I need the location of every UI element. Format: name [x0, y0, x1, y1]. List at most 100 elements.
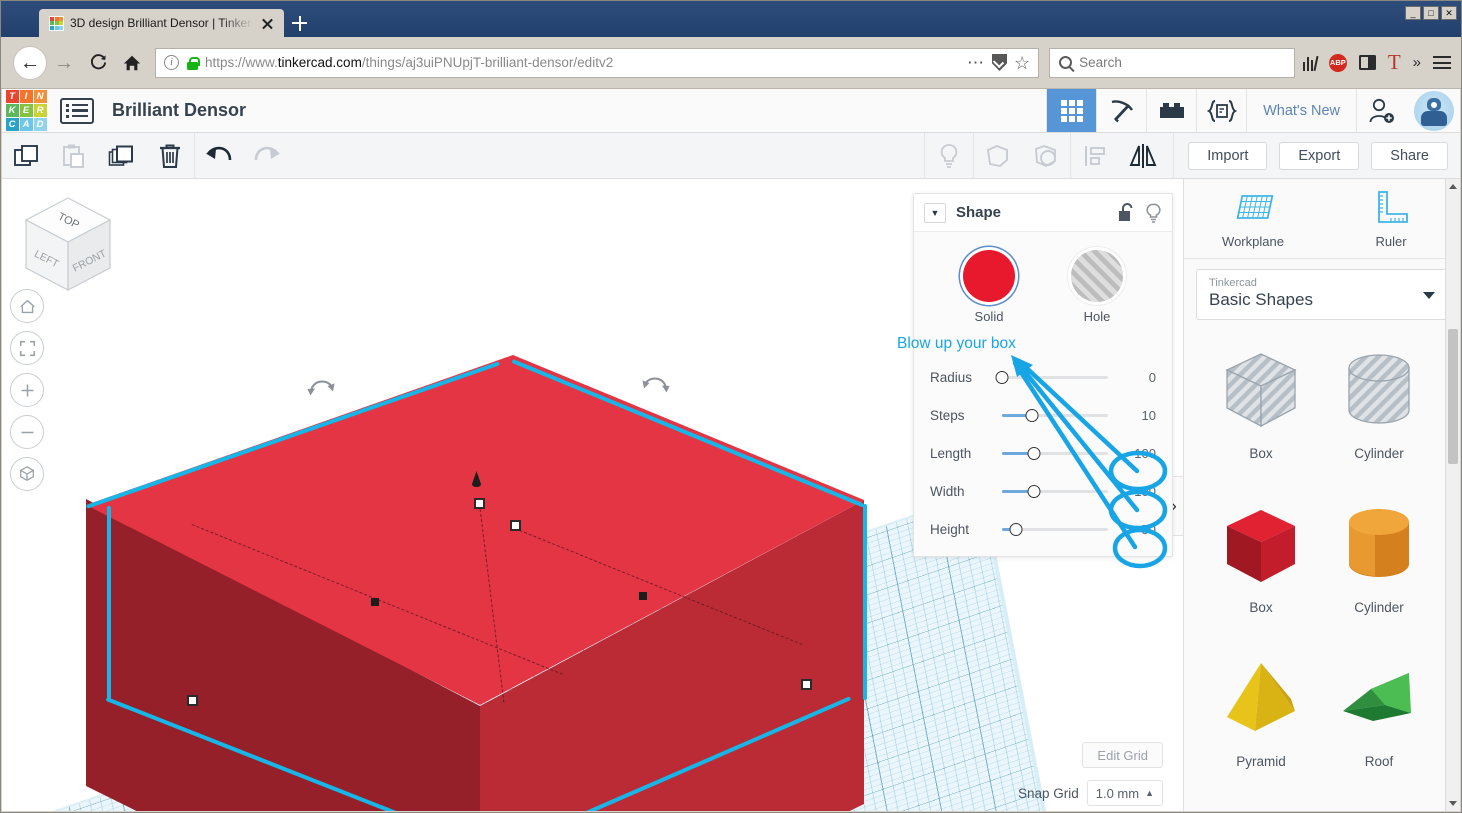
workplane-tool[interactable]: Workplane [1184, 179, 1322, 258]
tab-close-icon[interactable] [259, 15, 276, 32]
back-button[interactable]: ← [13, 45, 47, 80]
maximize-button[interactable]: □ [1423, 6, 1439, 20]
width-slider[interactable] [1002, 484, 1108, 498]
projection-toggle-button[interactable] [10, 457, 44, 491]
corner-handle[interactable] [474, 498, 485, 509]
view-cube[interactable]: TOP LEFT FRONT [20, 194, 116, 296]
steps-slider[interactable] [1002, 408, 1108, 422]
sidebar-scrollbar[interactable] [1445, 179, 1460, 811]
avatar[interactable] [1414, 90, 1454, 131]
rotate-handle[interactable] [307, 374, 337, 400]
shape-item-cylinder-orange[interactable]: Cylinder [1320, 494, 1438, 636]
snap-grid-select[interactable]: 1.0 mm ▲ [1086, 780, 1163, 806]
search-box[interactable] [1049, 47, 1296, 78]
duplicate-button[interactable] [98, 133, 146, 179]
overflow-chevron-icon[interactable]: » [1413, 54, 1421, 71]
radius-slider[interactable] [995, 370, 1108, 384]
library-select[interactable]: Tinkercad Basic Shapes [1196, 269, 1448, 320]
shape-item-text[interactable]: TEXT TEXT Text [1320, 802, 1438, 811]
lock-toggle-button[interactable] [1118, 203, 1135, 222]
page-actions-icon[interactable]: ⋯ [967, 53, 985, 73]
address-bar[interactable]: i https://www.tinkercad.com/things/aj3ui… [155, 47, 1040, 78]
shape-item-cylinder-hole[interactable]: Cylinder [1320, 340, 1438, 482]
whats-new-link[interactable]: What's New [1246, 89, 1356, 132]
scroll-down-button[interactable] [1446, 796, 1460, 811]
new-tab-button[interactable] [284, 9, 314, 37]
group-button[interactable] [974, 133, 1022, 179]
fit-view-button[interactable] [10, 331, 44, 365]
reload-button[interactable] [81, 46, 115, 80]
bookmark-star-icon[interactable]: ☆ [1014, 54, 1030, 72]
shape-item-box-hole[interactable]: Box [1202, 340, 1320, 482]
export-button[interactable]: Export [1279, 141, 1360, 170]
align-button[interactable] [1071, 133, 1119, 179]
shape-item-pyramid[interactable]: Pyramid [1202, 648, 1320, 790]
logo-letter: T [5, 90, 19, 103]
tab-blocks[interactable] [1146, 89, 1196, 132]
ungroup-button[interactable] [1022, 133, 1070, 179]
reader-font-icon[interactable]: T [1388, 52, 1401, 73]
home-button[interactable] [115, 46, 149, 80]
shape-library[interactable]: Box Cylinder Box Cylinder Pyramid Roof [1184, 332, 1460, 811]
sidebar-toggle-icon[interactable] [1358, 55, 1376, 70]
edge-handle[interactable] [639, 592, 647, 600]
shapes-sidebar: Workplane Ruler Tinkercad Basic Shapes B… [1183, 179, 1460, 811]
add-user-button[interactable] [1356, 89, 1406, 132]
mirror-button[interactable] [1119, 133, 1167, 179]
zoom-in-button[interactable] [10, 373, 44, 407]
height-slider[interactable] [1002, 522, 1108, 536]
scroll-up-button[interactable] [1446, 179, 1460, 194]
corner-handle[interactable] [801, 679, 812, 690]
adblock-icon[interactable]: ABP [1328, 53, 1347, 72]
page-title[interactable]: Brilliant Densor [112, 100, 246, 121]
edit-toolbar: Import Export Share [2, 132, 1460, 179]
steps-value[interactable]: 10 [1124, 408, 1156, 423]
slider-label: Radius [930, 369, 973, 385]
browser-toolbar-icons: ABP T » [1303, 52, 1453, 73]
home-view-button[interactable] [10, 289, 44, 323]
import-button[interactable]: Import [1188, 141, 1268, 170]
delete-button[interactable] [146, 133, 194, 179]
design-list-icon[interactable] [60, 97, 94, 124]
library-icon[interactable] [1303, 55, 1319, 71]
tinkercad-logo[interactable]: T I N K E R C A D [2, 89, 50, 132]
rotate-handle[interactable] [640, 371, 670, 397]
copy-button[interactable] [2, 133, 50, 179]
tab-minecraft[interactable] [1096, 89, 1146, 132]
forward-button[interactable]: → [47, 46, 81, 80]
length-slider[interactable] [1002, 446, 1108, 460]
zoom-out-button[interactable] [10, 415, 44, 449]
tab-3d-designs[interactable] [1046, 89, 1097, 132]
share-button[interactable]: Share [1371, 141, 1448, 170]
shape-item-roof[interactable]: Roof [1320, 648, 1438, 790]
corner-handle[interactable] [510, 520, 521, 531]
shape-item-sphere[interactable]: Sphere [1202, 802, 1320, 811]
corner-handle[interactable] [187, 695, 198, 706]
menu-icon[interactable] [1433, 53, 1451, 73]
solid-option[interactable]: Solid [958, 250, 1020, 324]
edit-grid-button[interactable]: Edit Grid [1082, 742, 1163, 768]
shape-lightbulb-button[interactable] [1145, 203, 1162, 223]
tab-codeblocks[interactable] [1196, 89, 1246, 132]
hole-option[interactable]: Hole [1066, 250, 1128, 324]
length-value[interactable]: 100 [1124, 446, 1156, 461]
width-value[interactable]: 100 [1124, 484, 1156, 499]
scrollbar-thumb[interactable] [1448, 329, 1458, 464]
redo-button[interactable] [243, 133, 291, 179]
edge-handle[interactable] [371, 598, 379, 606]
height-value[interactable]: 50 [1124, 522, 1156, 537]
radius-value[interactable]: 0 [1124, 370, 1156, 385]
paste-button[interactable] [50, 133, 98, 179]
site-info-icon[interactable]: i [164, 55, 179, 70]
search-input[interactable] [1079, 55, 1286, 70]
collapse-shape-panel-button[interactable]: ▼ [924, 202, 946, 223]
tracking-shield-icon[interactable] [992, 54, 1007, 71]
close-button[interactable]: ✕ [1441, 6, 1457, 20]
browser-tab[interactable]: 3D design Brilliant Densor | Tinkercad [39, 9, 284, 37]
shape-item-box-red[interactable]: Box [1202, 494, 1320, 636]
lightbulb-button[interactable] [925, 133, 973, 179]
undo-button[interactable] [195, 133, 243, 179]
ruler-tool[interactable]: Ruler [1322, 179, 1460, 258]
hole-label: Hole [1083, 309, 1111, 324]
minimize-button[interactable]: _ [1405, 6, 1421, 20]
